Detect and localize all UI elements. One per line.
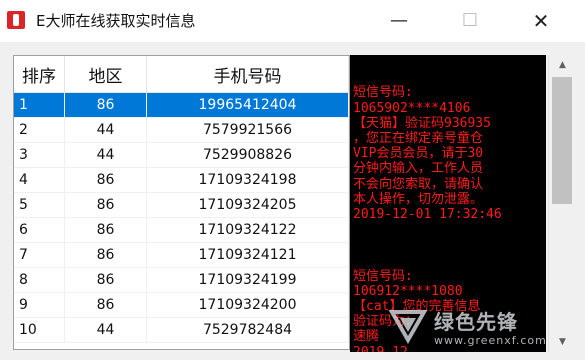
title-bar: E大师在线获取实时信息 — ☐ ✕ bbox=[0, 0, 585, 42]
table-row[interactable]: 9 86 17109324200 bbox=[14, 292, 349, 318]
row-order-cell: 4 bbox=[14, 167, 65, 193]
table-row[interactable]: 5 86 17109324205 bbox=[14, 192, 349, 218]
table-row[interactable]: 10 44 7529782484 bbox=[14, 317, 349, 343]
column-header-phone[interactable]: 手机号码 bbox=[146, 56, 349, 93]
row-region-cell: 86 bbox=[64, 192, 147, 218]
row-region-cell: 86 bbox=[64, 242, 147, 268]
row-region-cell: 86 bbox=[64, 92, 147, 118]
row-phone-cell: 17109324121 bbox=[146, 242, 349, 268]
table-row[interactable]: 6 86 17109324122 bbox=[14, 217, 349, 243]
phone-list-table: 排序 地区 手机号码 1 86 19965412404 2 44 7579921566 3 4… bbox=[13, 55, 350, 350]
row-order-cell: 2 bbox=[14, 117, 65, 143]
maximize-button[interactable]: ☐ bbox=[447, 0, 493, 42]
table-row[interactable]: 7 86 17109324121 bbox=[14, 242, 349, 268]
table-row[interactable]: 2 44 7579921566 bbox=[14, 117, 349, 143]
row-region-cell: 86 bbox=[64, 217, 147, 243]
scroll-thumb[interactable] bbox=[552, 77, 572, 204]
row-order-cell: 8 bbox=[14, 267, 65, 293]
row-phone-cell: 17109324205 bbox=[146, 192, 349, 218]
watermark-name: 绿色先锋 bbox=[434, 310, 518, 334]
row-phone-cell: 7529782484 bbox=[146, 317, 349, 343]
row-region-cell: 44 bbox=[64, 142, 147, 168]
app-icon bbox=[7, 11, 25, 29]
scroll-up-icon[interactable]: ▲ bbox=[549, 55, 576, 75]
row-region-cell: 86 bbox=[64, 267, 147, 293]
row-phone-cell: 7579921566 bbox=[146, 117, 349, 143]
close-button[interactable]: ✕ bbox=[518, 0, 564, 42]
row-region-cell: 44 bbox=[64, 117, 147, 143]
row-order-cell: 7 bbox=[14, 242, 65, 268]
watermark-url: www.greenxf.com bbox=[434, 334, 547, 347]
watermark: 绿色先锋 www.greenxf.com bbox=[388, 302, 583, 358]
table-row[interactable]: 4 86 17109324198 bbox=[14, 167, 349, 193]
row-phone-cell: 17109324198 bbox=[146, 167, 349, 193]
watermark-logo-icon bbox=[388, 310, 428, 344]
table-header-row: 排序 地区 手机号码 bbox=[14, 56, 349, 93]
sms-entry-1: 短信号码: 1065902****4106 【天猫】验证码936935 ，您正在… bbox=[353, 85, 502, 223]
row-phone-cell: 17109324199 bbox=[146, 267, 349, 293]
row-order-cell: 1 bbox=[14, 92, 65, 118]
table-row[interactable]: 1 86 19965412404 bbox=[14, 92, 349, 118]
row-order-cell: 5 bbox=[14, 192, 65, 218]
window-title: E大师在线获取实时信息 bbox=[36, 12, 196, 30]
row-order-cell: 10 bbox=[14, 317, 65, 343]
column-header-order[interactable]: 排序 bbox=[14, 56, 65, 93]
row-order-cell: 3 bbox=[14, 142, 65, 168]
column-header-region[interactable]: 地区 bbox=[64, 56, 147, 93]
row-region-cell: 86 bbox=[64, 292, 147, 318]
row-order-cell: 6 bbox=[14, 217, 65, 243]
table-row[interactable]: 3 44 7529908826 bbox=[14, 142, 349, 168]
row-region-cell: 86 bbox=[64, 167, 147, 193]
row-region-cell: 44 bbox=[64, 317, 147, 343]
row-order-cell: 9 bbox=[14, 292, 65, 318]
row-phone-cell: 7529908826 bbox=[146, 142, 349, 168]
minimize-button[interactable]: — bbox=[376, 0, 422, 42]
row-phone-cell: 19965412404 bbox=[146, 92, 349, 118]
table-row[interactable]: 8 86 17109324199 bbox=[14, 267, 349, 293]
app-window: E大师在线获取实时信息 — ☐ ✕ 排序 地区 手机号码 1 86 19965412… bbox=[0, 0, 585, 360]
row-phone-cell: 17109324122 bbox=[146, 217, 349, 243]
row-phone-cell: 17109324200 bbox=[146, 292, 349, 318]
